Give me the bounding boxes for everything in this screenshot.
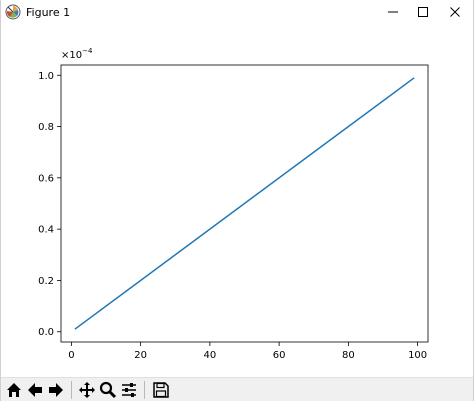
minimize-icon — [388, 11, 398, 13]
title-bar[interactable]: Figure 1 — [1, 0, 473, 25]
y-tick-label: 0.2 — [38, 276, 54, 287]
x-tick-label: 0 — [68, 350, 74, 361]
matplotlib-logo-icon — [5, 4, 21, 20]
pan-icon — [79, 382, 95, 398]
x-tick-label: 60 — [273, 350, 286, 361]
y-tick-label: 0.6 — [38, 173, 54, 184]
save-button[interactable] — [151, 380, 171, 400]
x-tick-label: 20 — [134, 350, 147, 361]
data-line — [74, 77, 415, 330]
pan-button[interactable] — [77, 380, 97, 400]
toolbar-separator — [71, 381, 72, 399]
maximize-button[interactable] — [407, 0, 439, 24]
line-chart[interactable]: 0 20 40 60 80 100 0.0 0.2 0.4 0.6 0.8 1.0 ×10−4 — [1, 25, 473, 377]
y-axis-offset-exponent: −4 — [82, 47, 93, 55]
back-arrow-icon — [28, 383, 42, 397]
y-axis-offset-base: ×10 — [61, 50, 82, 61]
maximize-icon — [418, 7, 428, 17]
navigation-toolbar — [1, 377, 473, 401]
y-tick-label: 0.4 — [38, 225, 54, 236]
zoom-icon — [99, 381, 117, 399]
x-tick-label: 40 — [204, 350, 217, 361]
configure-subplots-button[interactable] — [119, 380, 139, 400]
y-tick-label: 0.0 — [38, 327, 54, 338]
toolbar-separator — [144, 381, 145, 399]
figure-canvas[interactable]: 0 20 40 60 80 100 0.0 0.2 0.4 0.6 0.8 1.0 ×10−4 — [1, 25, 473, 377]
figure-window: Figure 1 0 20 40 60 80 100 0.0 0.2 0.4 0.6 0.8 1.0 … — [0, 0, 474, 401]
y-tick-label: 0.8 — [38, 122, 54, 133]
home-icon — [7, 383, 21, 397]
y-tick-label: 1.0 — [38, 71, 54, 82]
window-title: Figure 1 — [26, 6, 71, 19]
configure-subplots-icon — [122, 383, 136, 397]
back-button[interactable] — [25, 380, 45, 400]
home-button[interactable] — [4, 380, 24, 400]
x-tick-label: 80 — [342, 350, 355, 361]
close-icon — [450, 7, 460, 17]
y-axis-offset-label: ×10−4 — [61, 47, 93, 61]
minimize-button[interactable] — [377, 0, 409, 24]
save-icon — [153, 382, 169, 398]
forward-button[interactable] — [46, 380, 66, 400]
forward-arrow-icon — [49, 383, 63, 397]
x-tick-label: 100 — [408, 350, 427, 361]
close-button[interactable] — [439, 0, 471, 24]
zoom-button[interactable] — [98, 380, 118, 400]
